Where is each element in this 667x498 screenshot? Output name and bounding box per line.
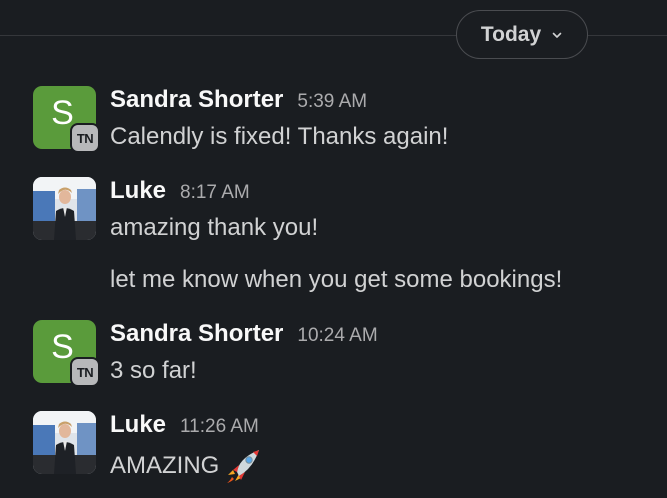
profile-photo (33, 177, 96, 240)
timestamp[interactable]: 10:24 AM (297, 325, 377, 347)
sender-name[interactable]: Luke (110, 411, 166, 439)
message-text: AMAZING (110, 448, 263, 484)
profile-photo (33, 411, 96, 474)
timestamp[interactable]: 11:26 AM (180, 416, 259, 438)
message-text: let me know when you get some bookings! (110, 266, 563, 293)
message-text: 3 so far! (110, 357, 197, 384)
avatar[interactable] (33, 177, 96, 240)
avatar[interactable]: S TN (33, 320, 100, 387)
sender-name[interactable]: Luke (110, 177, 166, 205)
timestamp[interactable]: 5:39 AM (297, 91, 367, 113)
message-text-content: AMAZING (110, 452, 220, 479)
avatar[interactable] (33, 411, 96, 474)
rocket-icon (227, 450, 260, 483)
avatar[interactable]: S TN (33, 86, 100, 153)
timestamp[interactable]: 8:17 AM (180, 182, 250, 204)
workspace-badge: TN (70, 123, 100, 153)
date-jump-button[interactable]: Today (456, 10, 588, 59)
date-label: Today (480, 22, 542, 46)
workspace-badge: TN (70, 357, 100, 387)
message-text: amazing thank you! (110, 214, 319, 241)
sender-name[interactable]: Sandra Shorter (110, 86, 283, 114)
message-text: Calendly is fixed! Thanks again! (110, 123, 449, 150)
sender-name[interactable]: Sandra Shorter (110, 320, 283, 348)
chevron-down-icon (552, 32, 562, 38)
